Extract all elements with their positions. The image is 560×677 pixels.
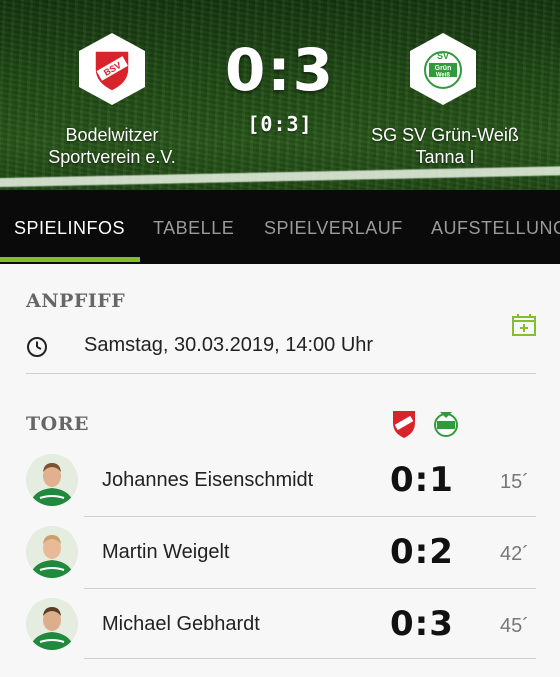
home-mini-badge-icon — [393, 411, 415, 438]
goals-heading: TORE — [26, 413, 89, 435]
goal-row[interactable]: Martin Weigelt 0:2 42´ — [0, 516, 560, 588]
goal-scorer-name: Johannes Eisenschmidt — [102, 469, 314, 491]
away-badge-bottom-text: Weiß — [436, 73, 451, 79]
home-team-badge[interactable]: BSV — [79, 33, 145, 105]
goal-score: 0:3 — [390, 604, 454, 644]
goal-minute: 15´ — [500, 471, 529, 493]
tab-tabelle[interactable]: Tabelle — [153, 190, 234, 264]
clock-icon — [27, 337, 47, 357]
kickoff-divider — [26, 373, 536, 374]
home-team-name-line2: Sportverein e.V. — [48, 147, 176, 167]
kickoff-heading: ANPFIFF — [26, 290, 126, 312]
tab-aufstellung[interactable]: Aufstellung — [431, 190, 560, 264]
halftime-score: [0:3] — [247, 112, 313, 136]
player-avatar — [26, 526, 78, 578]
goal-minute: 45´ — [500, 615, 529, 637]
goal-scorer-name: Martin Weigelt — [102, 541, 230, 563]
final-score: 0:3 — [225, 36, 335, 104]
kickoff-datetime: Samstag, 30.03.2019, 14:00 Uhr — [84, 334, 374, 356]
away-team-badge[interactable]: SV Grün Weiß — [410, 33, 476, 105]
away-team-name-line2: Tanna I — [415, 147, 475, 167]
away-mini-badge-icon — [434, 412, 458, 437]
match-tabs: Spielinfos Tabelle Spielverlauf Aufstell… — [0, 190, 560, 264]
away-badge-top-text: Grün — [435, 65, 452, 72]
active-tab-indicator — [0, 257, 140, 262]
player-avatar — [26, 598, 78, 650]
away-badge-letters: SV — [437, 51, 449, 61]
goal-row[interactable]: Johannes Eisenschmidt 0:1 15´ — [0, 444, 560, 516]
goal-score: 0:1 — [390, 460, 454, 500]
tab-spielinfos[interactable]: Spielinfos — [14, 190, 125, 264]
goal-score: 0:2 — [390, 532, 454, 572]
player-avatar — [26, 454, 78, 506]
goal-row[interactable]: Michael Gebhardt 0:3 45´ — [0, 588, 560, 660]
add-to-calendar-icon[interactable] — [512, 314, 536, 336]
match-header: BSV SV Grün Weiß Bodelwitzer Sportverein… — [0, 0, 560, 190]
goal-scorer-name: Michael Gebhardt — [102, 613, 260, 635]
goal-divider — [84, 658, 536, 659]
tab-spielverlauf[interactable]: Spielverlauf — [264, 190, 403, 264]
goal-minute: 42´ — [500, 543, 529, 565]
